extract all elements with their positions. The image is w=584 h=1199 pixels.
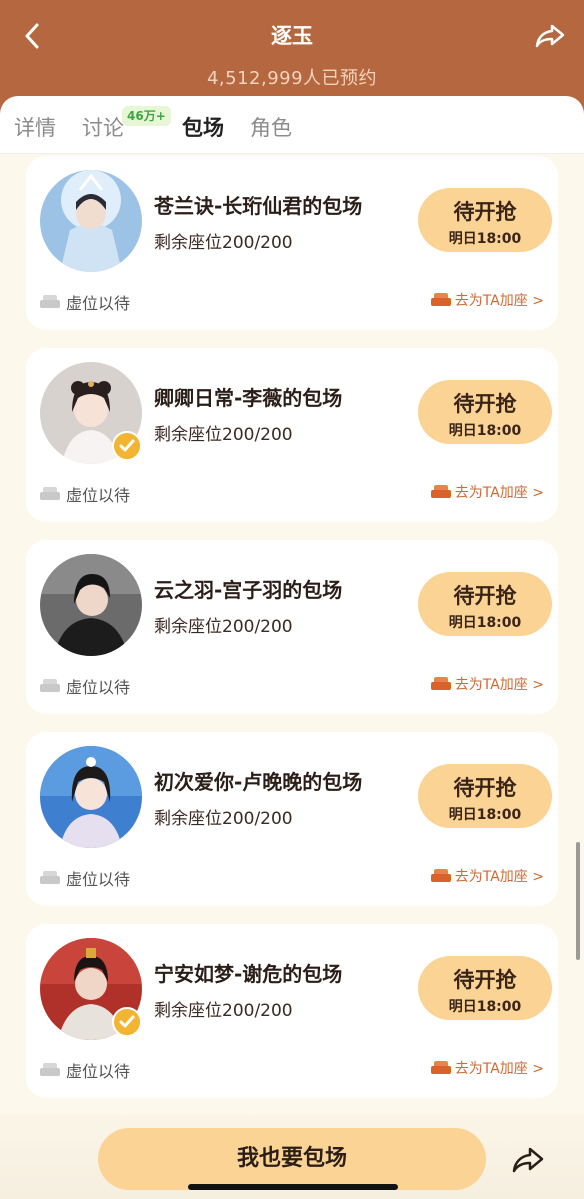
vacancy-label: 虚位以待 [66,486,131,505]
seats-remaining: 剩余座位200/200 [154,233,293,253]
add-seat-link[interactable]: 去为TA加座 > [430,482,544,502]
verified-badge [112,431,142,461]
sofa-icon [430,869,451,882]
grab-label: 待开抢 [453,200,517,224]
booking-card[interactable]: 云之羽-宫子羽的包场 剩余座位200/200 待开抢 明日18:00 虚位以待 … [26,540,558,714]
share-button[interactable] [508,1140,548,1180]
vacancy-label: 虚位以待 [66,1062,131,1081]
sofa-icon [40,679,60,692]
grab-button[interactable]: 待开抢 明日18:00 [418,572,552,636]
booking-list: 苍兰诀-长珩仙君的包场 剩余座位200/200 待开抢 明日18:00 虚位以待… [0,154,584,1114]
vacancy-label: 虚位以待 [66,294,131,313]
vacancy-status: 虚位以待 [40,482,130,506]
scrollbar[interactable] [576,842,580,960]
discussion-count-badge: 46万+ [122,106,171,126]
grab-button[interactable]: 待开抢 明日18:00 [418,188,552,252]
create-booking-button[interactable]: 我也要包场 [98,1128,486,1190]
seats-remaining: 剩余座位200/200 [154,617,293,637]
check-icon [119,439,135,452]
vacancy-label: 虚位以待 [66,678,131,697]
grab-time: 明日18:00 [448,615,522,631]
add-seat-label: 去为TA加座 > [454,677,544,693]
share-button[interactable] [530,18,570,54]
grab-time: 明日18:00 [448,231,522,247]
add-seat-label: 去为TA加座 > [454,485,544,501]
vacancy-status: 虚位以待 [40,290,130,314]
tab-bar: 详情 讨论 包场 角色 [0,96,584,154]
sofa-icon [430,485,451,498]
booking-card[interactable]: 宁安如梦-谢危的包场 剩余座位200/200 待开抢 明日18:00 虚位以待 … [26,924,558,1098]
sofa-icon [430,293,451,306]
vacancy-status: 虚位以待 [40,674,130,698]
booking-title: 卿卿日常-李薇的包场 [154,386,343,410]
booking-card[interactable]: 卿卿日常-李薇的包场 剩余座位200/200 待开抢 明日18:00 虚位以待 … [26,348,558,522]
share-arrow-icon [512,1147,544,1173]
sofa-icon [40,1063,60,1076]
add-seat-link[interactable]: 去为TA加座 > [430,290,544,310]
add-seat-label: 去为TA加座 > [454,1061,544,1077]
check-icon [119,1015,135,1028]
sofa-icon [40,295,60,308]
page-title: 逐玉 [271,24,313,48]
tab-roles[interactable]: 角色 [250,112,292,142]
seats-remaining: 剩余座位200/200 [154,1001,293,1021]
booking-card[interactable]: 苍兰诀-长珩仙君的包场 剩余座位200/200 待开抢 明日18:00 虚位以待… [26,156,558,330]
tab-discussion[interactable]: 讨论 [82,112,124,142]
booking-title: 宁安如梦-谢危的包场 [154,962,343,986]
sofa-icon [430,1061,451,1074]
avatar [40,170,142,272]
grab-label: 待开抢 [453,968,517,992]
vacancy-status: 虚位以待 [40,1058,130,1082]
add-seat-label: 去为TA加座 > [454,293,544,309]
grab-time: 明日18:00 [448,999,522,1015]
grab-button[interactable]: 待开抢 明日18:00 [418,764,552,828]
share-arrow-icon [535,24,565,48]
verified-badge [112,1007,142,1037]
tab-booking[interactable]: 包场 [182,112,224,142]
booking-title: 云之羽-宫子羽的包场 [154,578,343,602]
booking-title: 苍兰诀-长珩仙君的包场 [154,194,363,218]
booking-title: 初次爱你-卢晚晚的包场 [154,770,363,794]
tab-details[interactable]: 详情 [14,112,56,142]
grab-button[interactable]: 待开抢 明日18:00 [418,380,552,444]
add-seat-label: 去为TA加座 > [454,869,544,885]
seats-remaining: 剩余座位200/200 [154,809,293,829]
reservation-count: 4,512,999人已预约 [206,68,378,89]
seats-remaining: 剩余座位200/200 [154,425,293,445]
add-seat-link[interactable]: 去为TA加座 > [430,1058,544,1078]
avatar [40,746,142,848]
vacancy-status: 虚位以待 [40,866,130,890]
avatar [40,554,142,656]
grab-time: 明日18:00 [448,423,522,439]
sofa-icon [430,677,451,690]
booking-card[interactable]: 初次爱你-卢晚晚的包场 剩余座位200/200 待开抢 明日18:00 虚位以待… [26,732,558,906]
sofa-icon [40,871,60,884]
grab-label: 待开抢 [453,584,517,608]
grab-label: 待开抢 [453,392,517,416]
grab-label: 待开抢 [453,776,517,800]
vacancy-label: 虚位以待 [66,870,131,889]
home-indicator [188,1184,398,1190]
add-seat-link[interactable]: 去为TA加座 > [430,674,544,694]
sofa-icon [40,487,60,500]
grab-time: 明日18:00 [448,807,522,823]
grab-button[interactable]: 待开抢 明日18:00 [418,956,552,1020]
add-seat-link[interactable]: 去为TA加座 > [430,866,544,886]
